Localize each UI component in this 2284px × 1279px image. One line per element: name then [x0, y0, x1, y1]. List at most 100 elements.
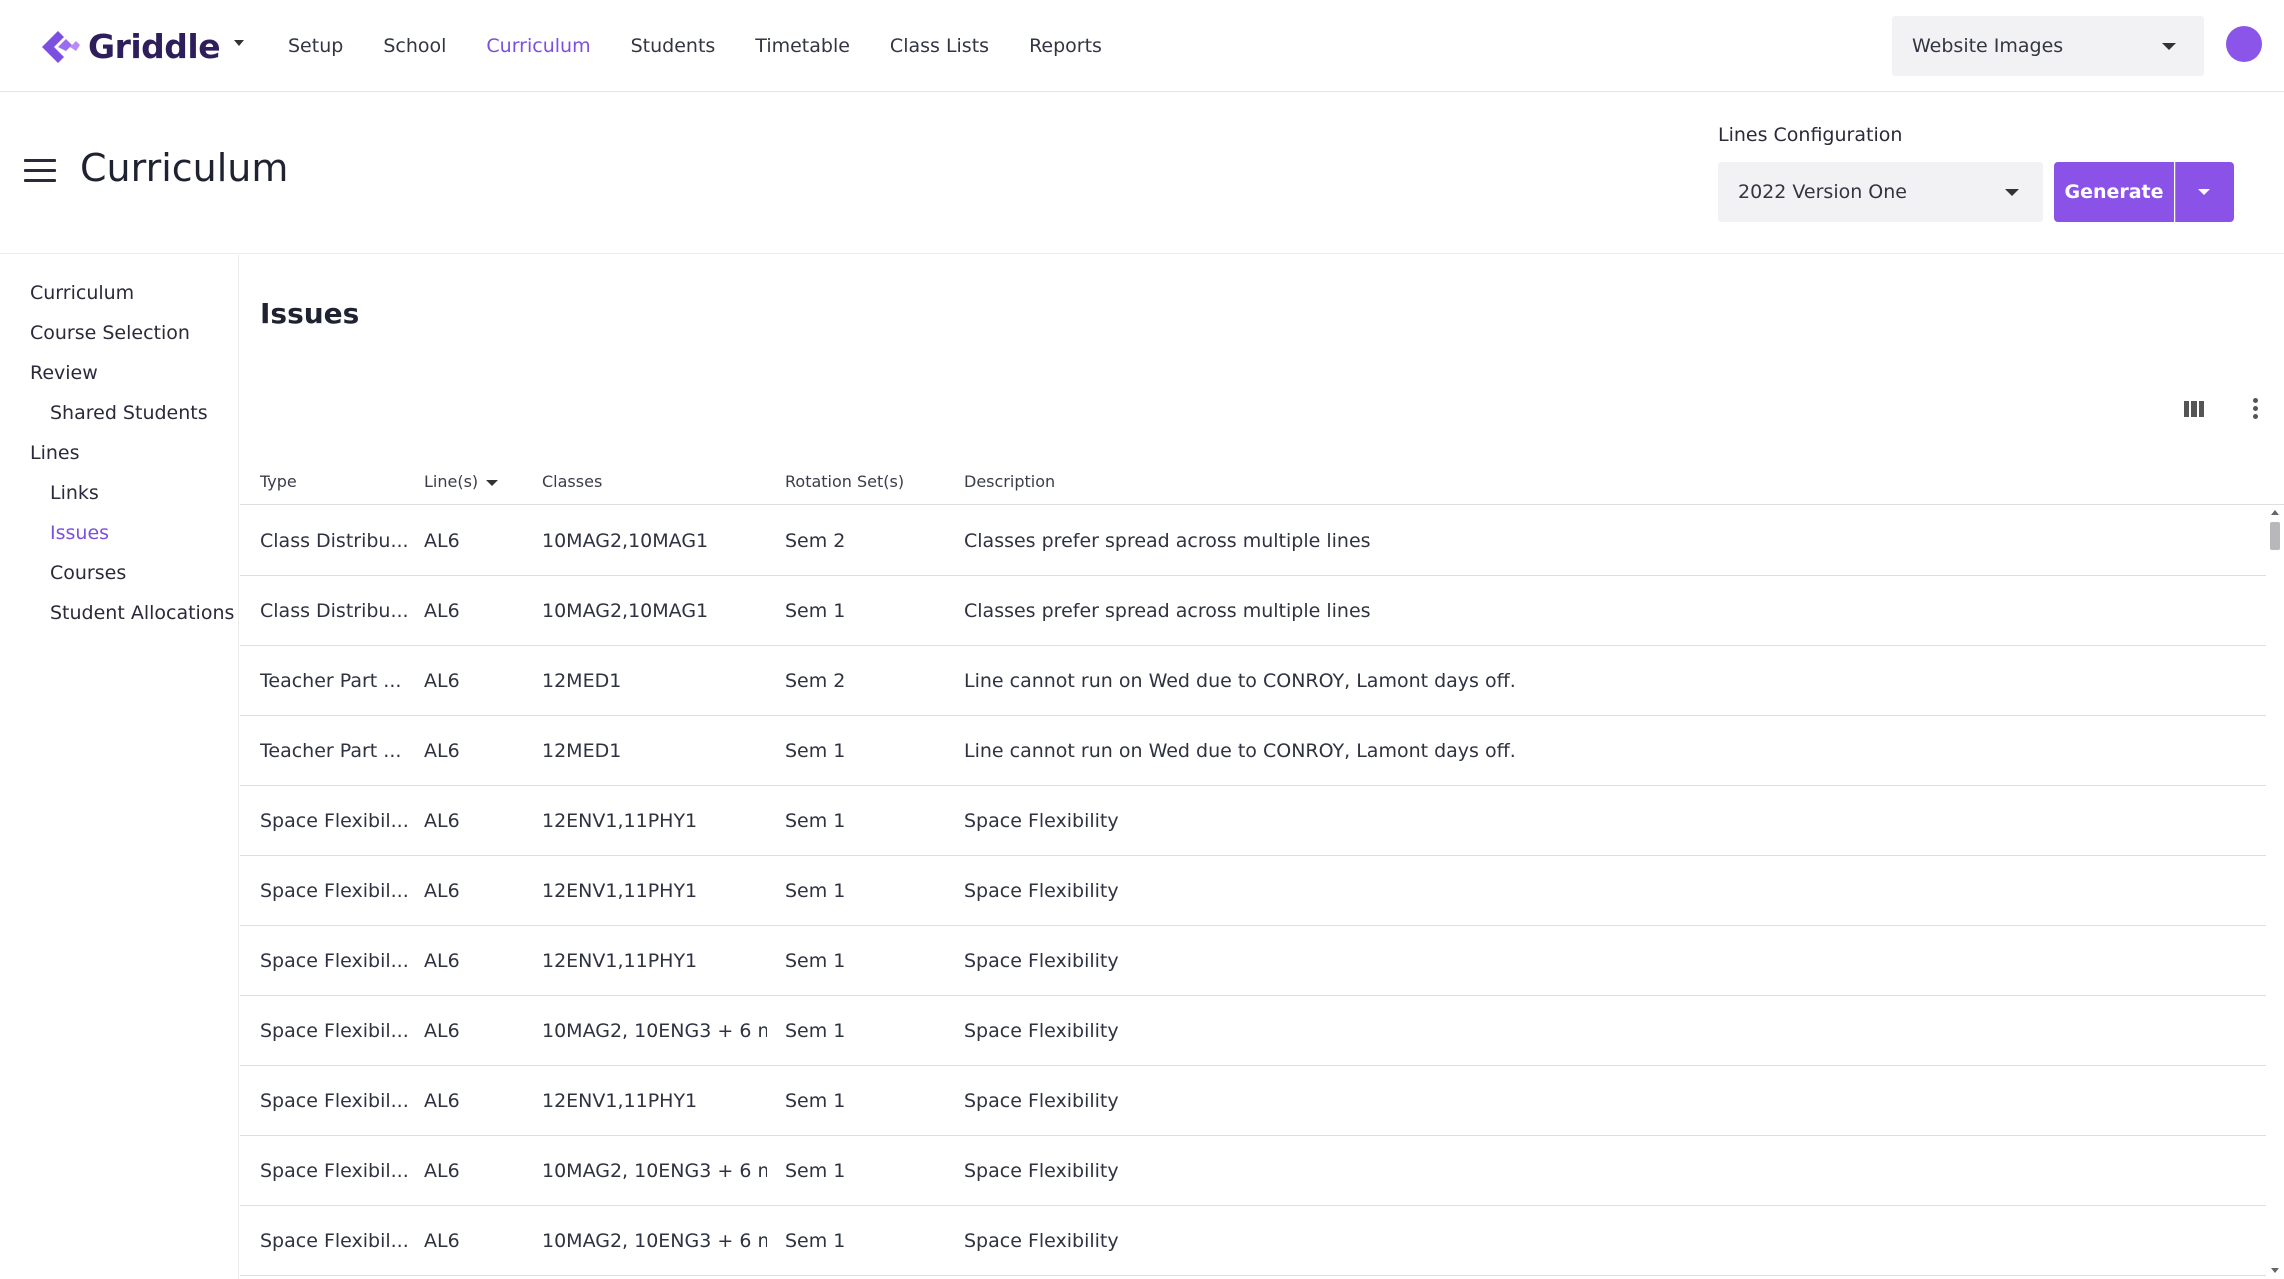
hamburger-menu-icon[interactable]	[24, 159, 56, 183]
cell-rotation: Sem 1	[785, 740, 846, 762]
sidebar-item-issues[interactable]: Issues	[50, 519, 109, 547]
nav-item-setup[interactable]: Setup	[288, 30, 343, 62]
cell-classes: 12ENV1,11PHY1	[542, 950, 698, 972]
table-row[interactable]: Space Flexibil... AL6 10MAG2, 10ENG3 + 6 m…	[240, 996, 2266, 1066]
table-row[interactable]: Space Flexibil... AL6 10MAG2, 10ENG3 + 6 m…	[240, 1206, 2266, 1276]
generate-options-button[interactable]	[2175, 162, 2234, 222]
sidebar-item-links[interactable]: Links	[50, 479, 99, 507]
cell-lines: AL6	[424, 880, 460, 902]
table-row[interactable]: Space Flexibil... AL6 12ENV1,11PHY1 Sem 1 Sp…	[240, 856, 2266, 926]
cell-classes: 12ENV1,11PHY1	[542, 880, 698, 902]
cell-description: Space Flexibility	[964, 880, 1119, 902]
cell-description: Line cannot run on Wed due to CONROY, La…	[964, 740, 1516, 762]
column-header-classes[interactable]: Classes	[542, 435, 602, 505]
columns-icon[interactable]	[2184, 401, 2204, 417]
nav-item-reports[interactable]: Reports	[1029, 30, 1102, 62]
cell-description: Space Flexibility	[964, 1090, 1119, 1112]
column-header-label: Classes	[542, 472, 603, 491]
cell-classes: 10MAG2, 10ENG3 + 6 mc	[542, 1230, 767, 1252]
sidebar-item-review[interactable]: Review	[30, 359, 98, 387]
scroll-down-icon[interactable]	[2271, 1268, 2279, 1273]
cell-rotation: Sem 2	[785, 670, 846, 692]
table-row[interactable]: Class Distribu... AL6 10MAG2,10MAG1 Sem 1 Cl…	[240, 576, 2266, 646]
page-header: Curriculum Lines Configuration 2022 Vers…	[0, 92, 2284, 254]
cell-classes: 12ENV1,11PHY1	[542, 810, 698, 832]
cell-description: Classes prefer spread across multiple li…	[964, 600, 1371, 622]
cell-description: Classes prefer spread across multiple li…	[964, 530, 1371, 552]
cell-lines: AL6	[424, 1090, 460, 1112]
top-navigation-bar: Griddle Setup School Curriculum Students Tim…	[0, 0, 2284, 92]
cell-type: Space Flexibil...	[260, 880, 409, 902]
cell-rotation: Sem 1	[785, 1230, 846, 1252]
table-row[interactable]: Space Flexibil... AL6 12ENV1,11PHY1 Sem 1 Sp…	[240, 786, 2266, 856]
nav-item-curriculum[interactable]: Curriculum	[486, 30, 590, 62]
cell-classes: 10MAG2, 10ENG3 + 6 mc	[542, 1020, 767, 1042]
user-avatar[interactable]	[2226, 26, 2262, 62]
cell-lines: AL6	[424, 1230, 460, 1252]
more-vertical-icon[interactable]	[2250, 398, 2260, 422]
cell-rotation: Sem 1	[785, 1020, 846, 1042]
table-scrollbar[interactable]	[2266, 506, 2284, 1279]
table-row[interactable]: Space Flexibil... AL6 12ENV1,11PHY1 Sem 1 Sp…	[240, 926, 2266, 996]
table-row[interactable]: Space Flexibil... AL6 12ENV1,11PHY1 Sem 1 Sp…	[240, 1066, 2266, 1136]
column-header-label: Rotation Set(s)	[785, 472, 905, 491]
main-nav: Setup School Curriculum Students Timetable Cl…	[288, 30, 1142, 62]
column-header-type[interactable]: Type	[260, 435, 297, 505]
griddle-logo-icon	[42, 31, 80, 63]
cell-rotation: Sem 1	[785, 1090, 846, 1112]
sidebar-item-course-selection[interactable]: Course Selection	[30, 319, 190, 347]
cell-rotation: Sem 1	[785, 1160, 846, 1182]
cell-description: Line cannot run on Wed due to CONROY, La…	[964, 670, 1516, 692]
app-name: Griddle	[88, 26, 221, 66]
cell-lines: AL6	[424, 530, 460, 552]
column-header-line-s[interactable]: Line(s)	[424, 435, 499, 505]
sidebar-item-shared-students[interactable]: Shared Students	[50, 399, 208, 427]
cell-lines: AL6	[424, 950, 460, 972]
cell-classes: 10MAG2, 10ENG3 + 6 mc	[542, 1160, 767, 1182]
sidebar-item-courses[interactable]: Courses	[50, 559, 126, 587]
table-row[interactable]: Space Flexibil... AL6 10MAG2, 10ENG3 + 6 m…	[240, 1136, 2266, 1206]
nav-item-class-lists[interactable]: Class Lists	[890, 30, 989, 62]
cell-type: Space Flexibil...	[260, 810, 409, 832]
column-header-label: Description	[964, 472, 1056, 491]
column-header-label: Type	[260, 472, 297, 491]
lines-configuration-value: 2022 Version One	[1738, 181, 1907, 203]
cell-type: Class Distribu...	[260, 600, 409, 622]
table-row[interactable]: Teacher Part ... AL6 12MED1 Sem 1 Line canno…	[240, 716, 2266, 786]
column-header-description[interactable]: Description	[964, 435, 1055, 505]
cell-lines: AL6	[424, 600, 460, 622]
workspace-select-value: Website Images	[1912, 35, 2064, 57]
generate-button[interactable]: Generate	[2054, 162, 2174, 222]
column-header-rotation-set-s[interactable]: Rotation Set(s)	[785, 435, 904, 505]
table-header: Type Line(s) Classes Rotation Set(s) Descrip…	[240, 435, 2284, 505]
lines-configuration-label: Lines Configuration	[1718, 124, 1903, 146]
cell-type: Teacher Part ...	[260, 670, 402, 692]
workspace-select[interactable]: Website Images	[1892, 16, 2204, 76]
chevron-down-icon	[2198, 189, 2210, 195]
lines-configuration-select[interactable]: 2022 Version One	[1718, 162, 2043, 222]
cell-description: Space Flexibility	[964, 1230, 1119, 1252]
nav-item-timetable[interactable]: Timetable	[755, 30, 850, 62]
cell-description: Space Flexibility	[964, 810, 1119, 832]
nav-item-students[interactable]: Students	[631, 30, 716, 62]
app-logo[interactable]: Griddle	[36, 22, 245, 70]
chevron-down-icon	[234, 40, 245, 46]
cell-rotation: Sem 2	[785, 530, 846, 552]
cell-description: Space Flexibility	[964, 1020, 1119, 1042]
cell-type: Space Flexibil...	[260, 950, 409, 972]
cell-classes: 10MAG2,10MAG1	[542, 530, 709, 552]
table-row[interactable]: Teacher Part ... AL6 12MED1 Sem 2 Line canno…	[240, 646, 2266, 716]
sort-descending-icon	[486, 479, 499, 486]
sidebar-item-student-allocations[interactable]: Student Allocations	[50, 599, 234, 627]
scroll-up-icon[interactable]	[2271, 510, 2279, 515]
sidebar-item-lines[interactable]: Lines	[30, 439, 80, 467]
cell-lines: AL6	[424, 740, 460, 762]
table-row[interactable]: Class Distribu... AL6 10MAG2,10MAG1 Sem 2 Cl…	[240, 506, 2266, 576]
nav-item-school[interactable]: School	[383, 30, 446, 62]
cell-description: Space Flexibility	[964, 1160, 1119, 1182]
cell-type: Space Flexibil...	[260, 1020, 409, 1042]
sidebar-item-curriculum[interactable]: Curriculum	[30, 279, 134, 307]
scroll-thumb[interactable]	[2270, 522, 2280, 550]
cell-lines: AL6	[424, 1020, 460, 1042]
cell-type: Space Flexibil...	[260, 1090, 409, 1112]
